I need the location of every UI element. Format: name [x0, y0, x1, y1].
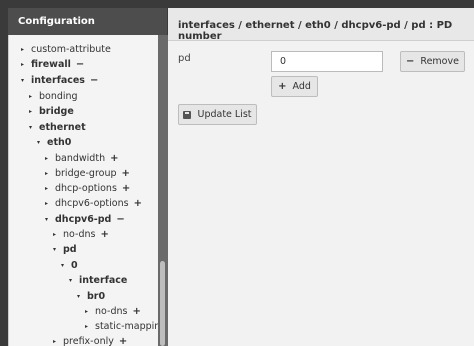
tree-item-bonding[interactable]: ▸ bonding	[29, 89, 78, 104]
tree-item-label: firewall	[31, 59, 71, 70]
add-node-icon[interactable]: +	[122, 183, 130, 194]
tree-item-label: ethernet	[39, 122, 86, 133]
config-tree: ▸ custom-attribute ▸ firewall − ▾ interf…	[8, 35, 167, 346]
collapse-arrow-icon[interactable]: ▾	[53, 246, 63, 253]
collapse-arrow-icon[interactable]: ▾	[69, 277, 79, 284]
tree-item-ethernet[interactable]: ▾ ethernet	[29, 120, 86, 135]
tree-item-pd-0[interactable]: ▾ 0	[61, 258, 78, 273]
remove-button[interactable]: − Remove	[400, 51, 465, 72]
expand-arrow-icon[interactable]: ▸	[21, 46, 31, 53]
add-button[interactable]: + Add	[271, 76, 318, 97]
tree-item-bridge[interactable]: ▸ bridge	[29, 104, 74, 119]
update-list-label: Update List	[197, 109, 252, 120]
add-button-label: Add	[292, 81, 311, 92]
expand-arrow-icon[interactable]: ▸	[21, 61, 31, 68]
plus-icon: +	[278, 81, 287, 92]
add-node-icon[interactable]: +	[132, 306, 140, 317]
tree-item-label: 0	[71, 260, 78, 271]
tree-item-bandwidth[interactable]: ▸ bandwidth +	[45, 151, 118, 166]
tree-item-dhcpv6-pd[interactable]: ▾ dhcpv6-pd −	[45, 212, 125, 227]
tree-item-label: interface	[79, 275, 128, 286]
tree-item-br0[interactable]: ▾ br0	[77, 289, 105, 304]
add-node-icon[interactable]: +	[119, 336, 127, 346]
tree-item-label: bandwidth	[55, 153, 106, 164]
tree-item-prefix-only[interactable]: ▸ prefix-only +	[53, 334, 127, 346]
add-node-icon[interactable]: +	[100, 229, 108, 240]
tree-item-custom-attribute[interactable]: ▸ custom-attribute	[21, 42, 111, 57]
remove-node-icon[interactable]: −	[90, 75, 98, 86]
expand-arrow-icon[interactable]: ▸	[45, 155, 55, 162]
collapse-arrow-icon[interactable]: ▾	[77, 293, 87, 300]
collapse-arrow-icon[interactable]: ▾	[21, 77, 31, 84]
expand-arrow-icon[interactable]: ▸	[85, 323, 95, 330]
remove-node-icon[interactable]: −	[116, 214, 124, 225]
tree-item-label: br0	[87, 291, 106, 302]
tree-item-dhcpv6-options[interactable]: ▸ dhcpv6-options +	[45, 196, 142, 211]
tree-item-pd[interactable]: ▾ pd	[53, 242, 77, 257]
expand-arrow-icon[interactable]: ▸	[45, 170, 55, 177]
tree-item-label: static-mapping	[95, 321, 167, 332]
collapse-arrow-icon[interactable]: ▾	[29, 124, 39, 131]
tree-item-dhcp-options[interactable]: ▸ dhcp-options +	[45, 181, 130, 196]
tree-item-label: pd	[63, 244, 77, 255]
tree-item-label: no-dns	[63, 229, 96, 240]
tree-item-firewall[interactable]: ▸ firewall −	[21, 57, 84, 72]
remove-button-label: Remove	[420, 56, 459, 67]
tree-item-interface[interactable]: ▾ interface	[69, 273, 127, 288]
expand-arrow-icon[interactable]: ▸	[45, 185, 55, 192]
update-list-button[interactable]: Update List	[178, 104, 257, 125]
tree-item-label: no-dns	[95, 306, 128, 317]
expand-arrow-icon[interactable]: ▸	[45, 200, 55, 207]
breadcrumb: interfaces / ethernet / eth0 / dhcpv6-pd…	[168, 8, 474, 42]
expand-arrow-icon[interactable]: ▸	[53, 338, 63, 345]
tree-item-label: interfaces	[31, 75, 85, 86]
add-node-icon[interactable]: +	[110, 153, 118, 164]
tree-item-interfaces[interactable]: ▾ interfaces −	[21, 73, 98, 88]
expand-arrow-icon[interactable]: ▸	[85, 308, 95, 315]
tree-item-br0-no-dns[interactable]: ▸ no-dns +	[85, 304, 141, 319]
tree-item-label: bridge	[39, 106, 74, 117]
pd-field-label: pd	[178, 53, 191, 64]
scrollbar-thumb[interactable]	[160, 261, 165, 346]
tree-item-label: eth0	[47, 137, 72, 148]
tree-item-bridge-group[interactable]: ▸ bridge-group +	[45, 166, 130, 181]
tree-item-label: prefix-only	[63, 336, 114, 346]
sidebar: Configuration ▸ custom-attribute ▸ firew…	[0, 0, 168, 346]
save-icon	[183, 110, 192, 119]
add-node-icon[interactable]: +	[122, 168, 130, 179]
tree-item-static-mapping[interactable]: ▸ static-mapping	[85, 319, 166, 334]
add-node-icon[interactable]: +	[134, 198, 142, 209]
main-panel: interfaces / ethernet / eth0 / dhcpv6-pd…	[168, 8, 474, 346]
minus-icon: −	[406, 56, 415, 67]
collapse-arrow-icon[interactable]: ▾	[37, 139, 47, 146]
collapse-arrow-icon[interactable]: ▾	[45, 216, 55, 223]
tree-item-eth0[interactable]: ▾ eth0	[37, 135, 71, 150]
tree-item-label: dhcpv6-options	[55, 198, 129, 209]
tree-item-label: dhcp-options	[55, 183, 117, 194]
tree-item-no-dns[interactable]: ▸ no-dns +	[53, 227, 109, 242]
expand-arrow-icon[interactable]: ▸	[53, 231, 63, 238]
tree-item-label: custom-attribute	[31, 44, 111, 55]
expand-arrow-icon[interactable]: ▸	[29, 108, 39, 115]
collapse-arrow-icon[interactable]: ▾	[61, 262, 71, 269]
pd-input[interactable]	[271, 51, 383, 72]
tree-item-label: bridge-group	[55, 168, 117, 179]
sidebar-scrollbar[interactable]	[158, 35, 168, 346]
sidebar-title: Configuration	[8, 8, 167, 36]
remove-node-icon[interactable]: −	[76, 59, 84, 70]
tree-item-label: dhcpv6-pd	[55, 214, 112, 225]
tree-item-label: bonding	[39, 91, 78, 102]
expand-arrow-icon[interactable]: ▸	[29, 93, 39, 100]
